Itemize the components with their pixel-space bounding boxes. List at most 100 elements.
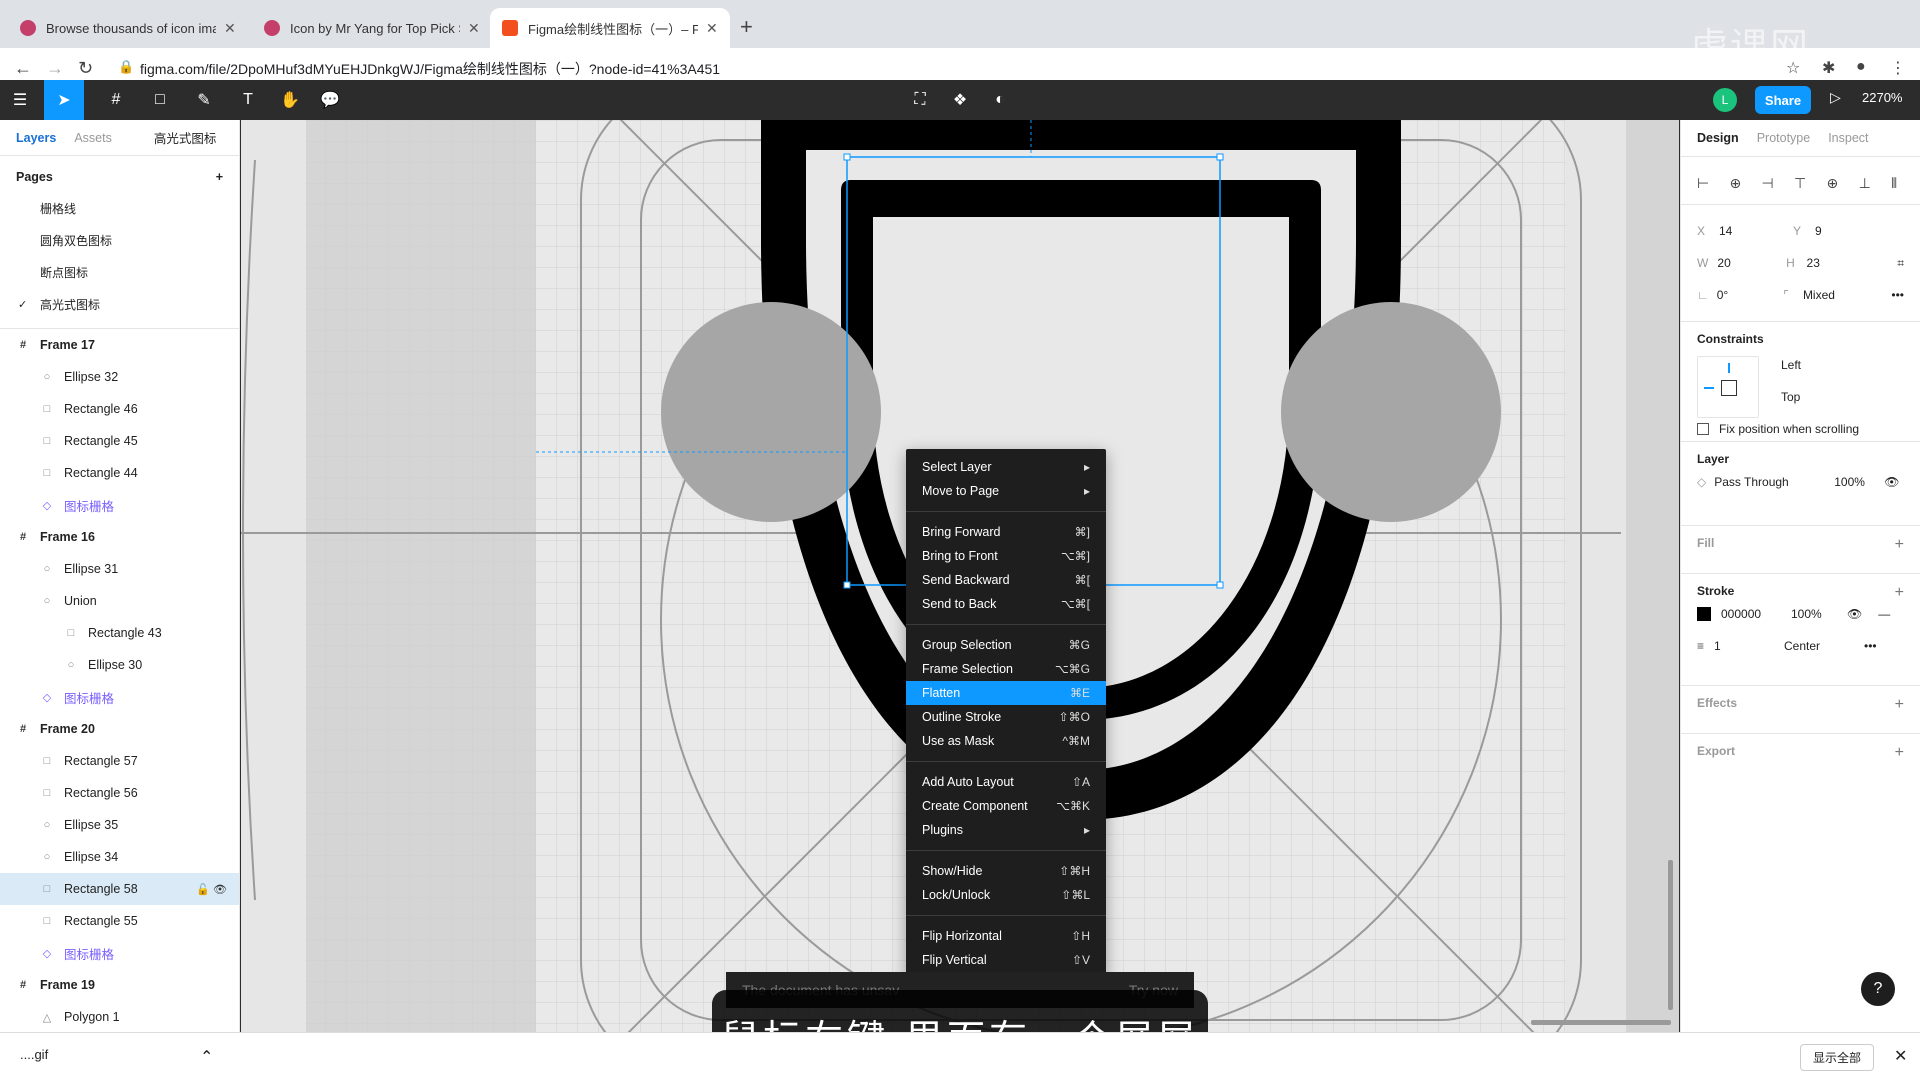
menu-item[interactable]: Use as Mask ^⌘M [906,729,1106,753]
reload-icon[interactable]: ↻ [78,58,93,79]
menu-item[interactable]: Lock/Unlock ⇧⌘L [906,883,1106,907]
layer-row[interactable]: ○ Union [0,585,239,617]
layer-row[interactable]: □ Rectangle 56 [0,777,239,809]
browser-tab-2[interactable]: Icon by Mr Yang for Top Pick S ✕ [252,8,492,48]
share-button[interactable]: Share [1755,86,1811,114]
menu-item[interactable]: Create Component ⌥⌘K [906,794,1106,818]
url-text[interactable]: figma.com/file/2DpoMHuf3dMYuEHJDnkgWJ/Fi… [140,59,720,79]
tab-inspect[interactable]: Inspect [1828,131,1868,145]
stroke-color-swatch[interactable] [1697,607,1711,621]
layer-row[interactable]: ○ Ellipse 31 [0,553,239,585]
zoom-level[interactable]: 2270% [1862,90,1902,105]
hand-tool-icon[interactable]: ✋ [270,80,310,120]
menu-item[interactable]: Show/Hide ⇧⌘H [906,859,1106,883]
page-item[interactable]: ✓ 高光式图标 [0,288,239,320]
extension-icon[interactable]: ✱ [1822,58,1835,78]
comment-tool-icon[interactable]: 💬 [310,80,350,120]
browser-tab-1[interactable]: Browse thousands of icon imag ✕ [8,8,248,48]
add-stroke-icon[interactable]: + [1895,584,1904,602]
text-tool-icon[interactable]: T [228,80,268,120]
layer-row[interactable]: △ Polygon 1 [0,1001,239,1032]
lock-icon[interactable]: 🔒 [118,59,134,75]
layer-row[interactable]: ○ Ellipse 34 [0,841,239,873]
frame-tool-icon[interactable]: # [96,80,136,120]
menu-item[interactable]: Flip Horizontal ⇧H [906,924,1106,948]
menu-item[interactable]: Add Auto Layout ⇧A [906,770,1106,794]
layer-row[interactable]: ○ Ellipse 30 [0,649,239,681]
layer-row[interactable]: □ Rectangle 58 🔓 👁 [0,873,239,905]
more-icon[interactable]: ••• [1891,288,1904,302]
forward-icon[interactable]: → [46,58,64,79]
stroke-color-hex[interactable]: 000000 [1721,607,1791,621]
menu-item[interactable]: Send Backward ⌘[ [906,568,1106,592]
y-input[interactable]: 9 [1815,224,1889,238]
profile-icon[interactable]: ● [1856,58,1866,76]
more-icon[interactable]: ••• [1864,639,1877,653]
w-input[interactable]: 20 [1717,256,1786,270]
move-tool-icon[interactable]: ➤ [44,80,84,120]
new-tab-icon[interactable]: + [740,14,753,40]
constrain-proportions-icon[interactable]: ⌗ [1897,256,1904,271]
constraints-widget[interactable] [1697,356,1759,418]
stroke-width[interactable]: 1 [1714,639,1784,653]
tab-assets[interactable]: Assets [74,131,112,145]
layer-row[interactable]: □ Rectangle 44 [0,457,239,489]
layer-row[interactable]: # Frame 20 [0,713,239,745]
lock-visibility-icon[interactable]: 🔓 👁 [196,883,227,896]
radius-input[interactable]: Mixed [1803,288,1869,302]
menu-item[interactable]: Bring Forward ⌘] [906,520,1106,544]
close-icon[interactable]: ✕ [468,20,480,37]
layer-opacity[interactable]: 100% [1834,475,1884,489]
layer-row[interactable]: ◇ 图标栅格 [0,489,239,521]
align-center-h-icon[interactable]: ⊕ [1730,175,1742,192]
menu-item[interactable]: Group Selection ⌘G [906,633,1106,657]
remove-stroke-icon[interactable]: — [1878,607,1890,621]
avatar[interactable]: L [1713,88,1737,112]
layer-row[interactable]: □ Rectangle 43 [0,617,239,649]
x-input[interactable]: 14 [1719,224,1793,238]
layer-row[interactable]: □ Rectangle 45 [0,425,239,457]
layer-row[interactable]: # Frame 17 [0,329,239,361]
menu-item[interactable]: Move to Page ▸ [906,479,1106,503]
add-export-icon[interactable]: + [1895,744,1904,762]
show-all-button[interactable]: 显示全部 [1800,1044,1875,1071]
tab-layers[interactable]: Layers [16,131,56,145]
menu-item[interactable]: Send to Back ⌥⌘[ [906,592,1106,616]
eye-icon[interactable]: 👁 [1847,607,1862,621]
layer-row[interactable]: # Frame 16 [0,521,239,553]
eye-icon[interactable]: 👁 [1884,475,1899,489]
layer-row[interactable]: ◇ 图标栅格 [0,937,239,969]
constraint-vertical[interactable]: Top [1781,390,1800,404]
crop-icon[interactable]: ⛶ [900,80,940,120]
tab-design[interactable]: Design [1697,131,1739,145]
layer-row[interactable]: # Frame 19 [0,969,239,1001]
page-item[interactable]: 断点图标 [0,256,239,288]
menu-item[interactable]: Flatten ⌘E [906,681,1106,705]
fix-position-checkbox[interactable] [1697,423,1709,435]
menu-item[interactable]: Select Layer ▸ [906,455,1106,479]
stroke-align-dropdown[interactable]: Center [1784,639,1864,653]
page-item[interactable]: 圆角双色图标 [0,224,239,256]
close-icon[interactable]: ✕ [224,20,236,37]
main-menu-icon[interactable]: ☰ [0,80,40,120]
align-middle-icon[interactable]: ⊕ [1827,175,1839,192]
menu-item[interactable]: Flip Vertical ⇧V [906,948,1106,972]
add-fill-icon[interactable]: + [1895,536,1904,554]
tab-prototype[interactable]: Prototype [1757,131,1811,145]
browser-tab-3[interactable]: Figma绘制线性图标（一）– Fig ✕ [490,8,730,48]
back-icon[interactable]: ← [14,58,32,79]
layer-row[interactable]: □ Rectangle 55 [0,905,239,937]
layer-row[interactable]: ◇ 图标栅格 [0,681,239,713]
menu-item[interactable]: Frame Selection ⌥⌘G [906,657,1106,681]
blend-mode-dropdown[interactable]: Pass Through [1714,475,1834,489]
distribute-icon[interactable]: ⫴ [1891,175,1897,192]
add-page-icon[interactable]: + [216,170,223,184]
align-right-icon[interactable]: ⊣ [1762,175,1774,192]
download-item[interactable]: ....gif [20,1047,48,1062]
close-icon[interactable]: ✕ [706,20,718,37]
align-left-icon[interactable]: ⊢ [1697,175,1709,192]
layer-row[interactable]: ○ Ellipse 35 [0,809,239,841]
rotation-input[interactable]: 0° [1717,288,1783,302]
layer-row[interactable]: □ Rectangle 57 [0,745,239,777]
layer-row[interactable]: □ Rectangle 46 [0,393,239,425]
